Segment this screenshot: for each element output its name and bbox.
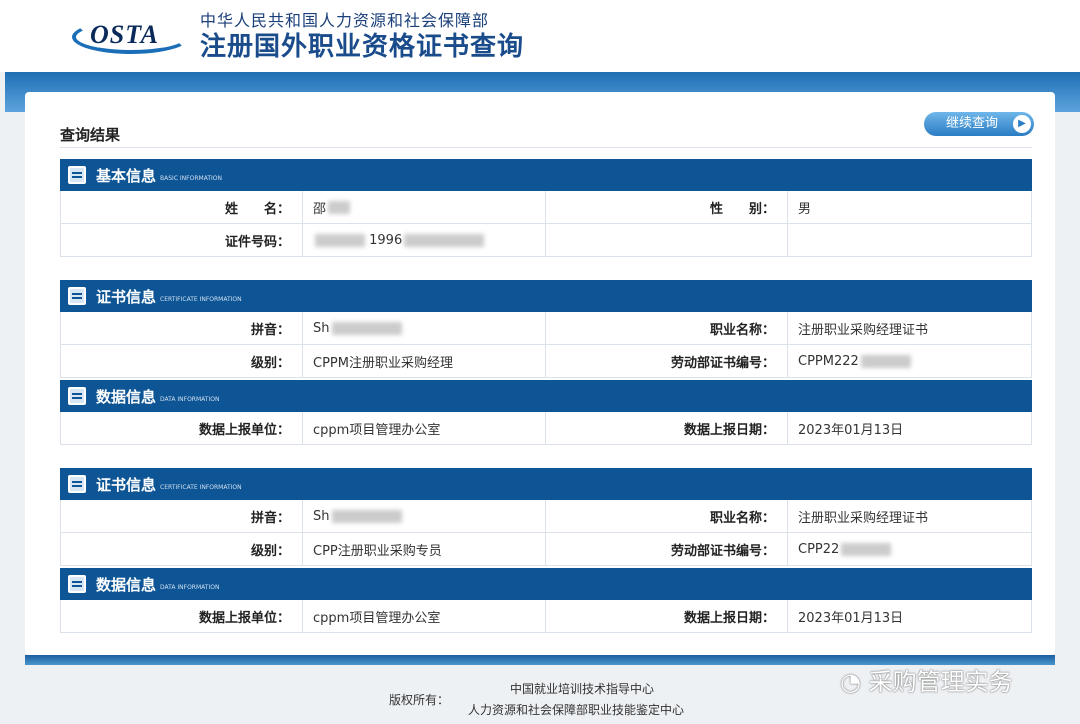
continue-label: 继续查询 bbox=[946, 116, 998, 131]
table-row: 数据上报单位： cppm项目管理办公室 数据上报日期： 2023年01月13日 bbox=[60, 600, 1032, 633]
data-info-header: 数据信息DATA INFORMATION bbox=[60, 380, 1032, 412]
table-row: 证件号码： 1996 bbox=[60, 224, 1032, 257]
monitor-chart-icon bbox=[68, 575, 86, 593]
continue-query-button[interactable]: 继续查询 ▶ bbox=[924, 112, 1034, 136]
table-row: 拼音： Sh 职业名称： 注册职业采购经理证书 bbox=[60, 500, 1032, 533]
play-icon: ▶ bbox=[1013, 115, 1031, 133]
list-icon bbox=[68, 166, 86, 184]
table-row: 拼音： Sh 职业名称： 注册职业采购经理证书 bbox=[60, 312, 1032, 345]
basic-info-header: 基本信息BASIC INFORMATION bbox=[60, 159, 1032, 191]
footer-org-2: 人力资源和社会保障部职业技能鉴定中心 bbox=[468, 701, 684, 718]
table-row: 数据上报单位： cppm项目管理办公室 数据上报日期： 2023年01月13日 bbox=[60, 412, 1032, 445]
certificate-info-header: 证书信息CERTIFICATE INFORMATION bbox=[60, 280, 1032, 312]
wechat-watermark: ◔ 采购管理实务 bbox=[840, 662, 1013, 697]
data-info-header: 数据信息DATA INFORMATION bbox=[60, 568, 1032, 600]
table-row: 级别： CPPM注册职业采购经理 劳动部证书编号： CPPM222 bbox=[60, 345, 1032, 378]
site-header: OSTA 中华人民共和国人力资源和社会保障部 注册国外职业资格证书查询 bbox=[0, 0, 1080, 72]
osta-logo: OSTA bbox=[72, 14, 192, 54]
footer-org-1: 中国就业培训技术指导中心 bbox=[510, 680, 654, 697]
monitor-chart-icon bbox=[68, 387, 86, 405]
divider bbox=[60, 147, 1032, 148]
result-title: 查询结果 bbox=[60, 124, 120, 145]
certificate-icon bbox=[68, 475, 86, 493]
table-row: 姓 名： 邵 性 别： 男 bbox=[60, 191, 1032, 224]
site-title: 注册国外职业资格证书查询 bbox=[200, 26, 524, 63]
certificate-info-header: 证书信息CERTIFICATE INFORMATION bbox=[60, 468, 1032, 500]
table-row: 级别： CPP注册职业采购专员 劳动部证书编号： CPP22 bbox=[60, 533, 1032, 566]
copyright-label: 版权所有： bbox=[389, 691, 449, 708]
certificate-icon bbox=[68, 287, 86, 305]
